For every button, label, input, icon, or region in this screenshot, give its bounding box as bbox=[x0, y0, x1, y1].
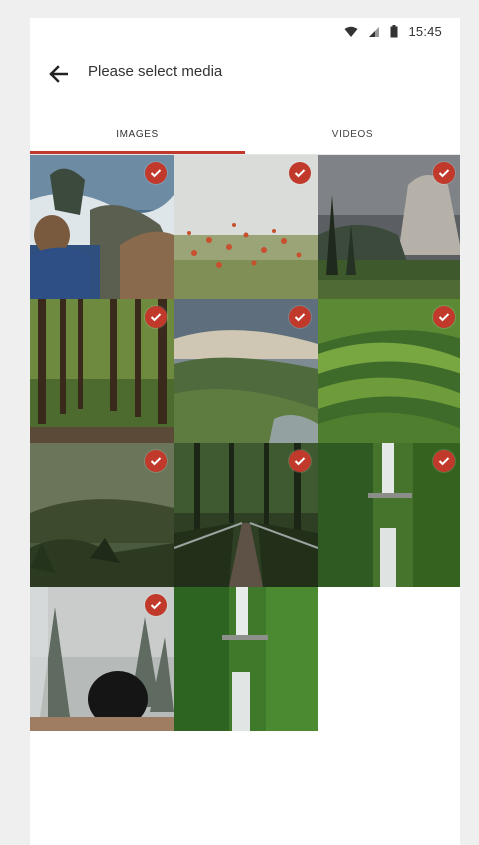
clock: 15:45 bbox=[408, 24, 442, 39]
signal-icon bbox=[369, 26, 380, 37]
arrow-left-icon bbox=[49, 65, 68, 83]
media-item[interactable] bbox=[174, 155, 318, 299]
selected-check bbox=[433, 306, 455, 328]
media-item[interactable] bbox=[30, 443, 174, 587]
media-grid bbox=[30, 155, 460, 731]
checkmark-icon bbox=[438, 313, 450, 322]
selected-check bbox=[433, 450, 455, 472]
media-item[interactable] bbox=[174, 443, 318, 587]
selected-check bbox=[145, 306, 167, 328]
status-bar: 15:45 bbox=[30, 18, 460, 48]
checkmark-icon bbox=[150, 169, 162, 178]
checkmark-icon bbox=[438, 169, 450, 178]
selected-check bbox=[145, 162, 167, 184]
app-bar: Please select media bbox=[30, 48, 460, 100]
back-button[interactable] bbox=[44, 60, 72, 88]
media-item[interactable] bbox=[30, 155, 174, 299]
checkmark-icon bbox=[294, 169, 306, 178]
selected-check bbox=[145, 594, 167, 616]
checkmark-icon bbox=[294, 313, 306, 322]
media-item[interactable] bbox=[174, 587, 318, 731]
checkmark-icon bbox=[438, 457, 450, 466]
media-item[interactable] bbox=[318, 299, 460, 443]
wifi-icon bbox=[344, 26, 358, 37]
checkmark-icon bbox=[150, 457, 162, 466]
battery-icon bbox=[390, 25, 398, 38]
selected-check bbox=[289, 450, 311, 472]
phone-screen: 15:45 Please select media IMAGES VIDEOS bbox=[30, 18, 460, 845]
media-item[interactable] bbox=[318, 443, 460, 587]
checkmark-icon bbox=[150, 601, 162, 610]
thumb-waterfall-2 bbox=[174, 587, 318, 731]
media-item[interactable] bbox=[318, 155, 460, 299]
page-title: Please select media bbox=[88, 63, 223, 80]
status-icons: 15:45 bbox=[344, 24, 442, 39]
checkmark-icon bbox=[150, 313, 162, 322]
tab-videos[interactable]: VIDEOS bbox=[245, 114, 460, 154]
checkmark-icon bbox=[294, 457, 306, 466]
tab-images[interactable]: IMAGES bbox=[30, 114, 245, 154]
selected-check bbox=[433, 162, 455, 184]
selected-check bbox=[289, 306, 311, 328]
media-item[interactable] bbox=[30, 299, 174, 443]
selected-check bbox=[289, 162, 311, 184]
selected-check bbox=[145, 450, 167, 472]
media-tabs: IMAGES VIDEOS bbox=[30, 114, 460, 154]
media-item[interactable] bbox=[174, 299, 318, 443]
media-item[interactable] bbox=[30, 587, 174, 731]
